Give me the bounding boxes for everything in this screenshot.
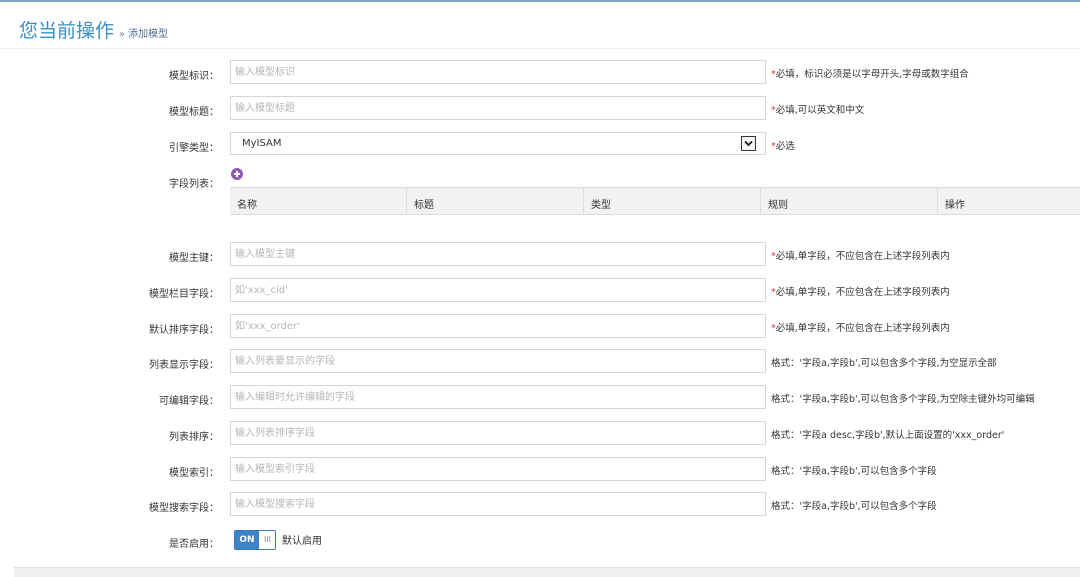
label-enabled: 是否启用： <box>169 539 219 550</box>
label-list-fields: 列表显示字段： <box>149 360 219 371</box>
primary-key-input[interactable] <box>230 242 766 266</box>
row-model-index: 模型索引： 格式：'字段a,字段b',可以包含多个字段 <box>0 457 1080 483</box>
row-column-field: 模型栏目字段： *必填,单字段，不应包含在上述字段列表内 <box>0 278 1080 304</box>
list-sort-input[interactable] <box>230 421 766 445</box>
model-id-input[interactable] <box>230 60 766 84</box>
model-index-input[interactable] <box>230 457 766 481</box>
hint-editable-fields: 格式：'字段a,字段b',可以包含多个字段,为空除主键外均可编辑 <box>771 394 1035 405</box>
label-model-id: 模型标识： <box>169 71 219 82</box>
column-field-input[interactable] <box>230 278 766 302</box>
search-fields-input[interactable] <box>230 492 766 516</box>
hint-primary-key: *必填,单字段，不应包含在上述字段列表内 <box>771 248 950 262</box>
column-header: 名称 <box>230 188 407 214</box>
hint-text: 必填,单字段，不应包含在上述字段列表内 <box>775 251 950 262</box>
enabled-caption: 默认启用 <box>282 536 322 547</box>
column-header: 规则 <box>761 188 938 214</box>
breadcrumb-separator: » <box>119 29 126 40</box>
hint-text: 必填,单字段，不应包含在上述字段列表内 <box>775 323 950 334</box>
hint-list-fields: 格式：'字段a,字段b',可以包含多个字段,为空显示全部 <box>771 358 997 369</box>
enabled-toggle[interactable]: ON III <box>234 530 276 550</box>
form-footer-bar <box>14 567 1080 577</box>
list-fields-input[interactable] <box>230 349 766 373</box>
page-title: 您当前操作 <box>19 20 115 42</box>
row-primary-key: 模型主键： *必填,单字段，不应包含在上述字段列表内 <box>0 242 1080 268</box>
page-header: 您当前操作 » 添加模型 <box>0 2 1080 49</box>
row-engine: 引擎类型： MyISAM *必选 <box>0 132 1080 158</box>
column-header: 标题 <box>407 188 584 214</box>
toggle-on-label: ON <box>235 531 259 549</box>
chevron-down-icon[interactable] <box>741 136 756 151</box>
model-title-input[interactable] <box>230 96 766 120</box>
label-search-fields: 模型搜索字段： <box>149 503 219 514</box>
hint-text: 必选 <box>775 141 795 152</box>
hint-text: 必填，标识必须是以字母开头,字母或数字组合 <box>775 69 969 80</box>
hint-engine: *必选 <box>771 138 795 152</box>
plus-circle-icon[interactable] <box>231 168 243 180</box>
row-editable-fields: 可编辑字段： 格式：'字段a,字段b',可以包含多个字段,为空除主键外均可编辑 <box>0 385 1080 411</box>
hint-model-title: *必填,可以英文和中文 <box>771 102 864 116</box>
hint-text: 必填,单字段，不应包含在上述字段列表内 <box>775 287 950 298</box>
hint-model-index: 格式：'字段a,字段b',可以包含多个字段 <box>771 466 937 477</box>
label-column-field: 模型栏目字段： <box>149 289 219 300</box>
hint-text: 必填,可以英文和中文 <box>775 105 865 116</box>
hint-sort-field: *必填,单字段，不应包含在上述字段列表内 <box>771 320 950 334</box>
hint-search-fields: 格式：'字段a,字段b',可以包含多个字段 <box>771 501 937 512</box>
sort-field-input[interactable] <box>230 314 766 338</box>
engine-select-value: MyISAM <box>242 138 282 149</box>
editable-fields-input[interactable] <box>230 385 766 409</box>
label-model-title: 模型标题： <box>169 107 219 118</box>
row-list-sort: 列表排序： 格式：'字段a desc,字段b',默认上面设置的'xxx_orde… <box>0 421 1080 447</box>
row-sort-field: 默认排序字段： *必填,单字段，不应包含在上述字段列表内 <box>0 314 1080 340</box>
row-model-id: 模型标识： *必填，标识必须是以字母开头,字母或数字组合 <box>0 60 1080 86</box>
field-list-table-header: 名称 标题 类型 规则 操作 <box>230 187 1080 215</box>
toggle-knob[interactable]: III <box>260 531 275 549</box>
label-sort-field: 默认排序字段： <box>149 325 219 336</box>
row-search-fields: 模型搜索字段： 格式：'字段a,字段b',可以包含多个字段 <box>0 492 1080 518</box>
breadcrumb-current[interactable]: 添加模型 <box>128 29 168 40</box>
row-enabled: 是否启用： ON III 默认启用 <box>0 528 1080 554</box>
label-engine: 引擎类型： <box>169 143 219 154</box>
hint-list-sort: 格式：'字段a desc,字段b',默认上面设置的'xxx_order' <box>771 430 1005 441</box>
engine-select[interactable]: MyISAM <box>230 132 766 155</box>
hint-column-field: *必填,单字段，不应包含在上述字段列表内 <box>771 284 950 298</box>
label-list-sort: 列表排序： <box>169 432 219 443</box>
label-field-list: 字段列表： <box>169 179 219 190</box>
row-list-fields: 列表显示字段： 格式：'字段a,字段b',可以包含多个字段,为空显示全部 <box>0 349 1080 375</box>
label-model-index: 模型索引： <box>169 468 219 479</box>
label-primary-key: 模型主键： <box>169 253 219 264</box>
column-header: 类型 <box>584 188 761 214</box>
hint-model-id: *必填，标识必须是以字母开头,字母或数字组合 <box>771 66 969 80</box>
row-model-title: 模型标题： *必填,可以英文和中文 <box>0 96 1080 122</box>
label-editable-fields: 可编辑字段： <box>159 396 219 407</box>
column-header: 操作 <box>945 200 965 211</box>
breadcrumb: » 添加模型 <box>119 25 168 40</box>
